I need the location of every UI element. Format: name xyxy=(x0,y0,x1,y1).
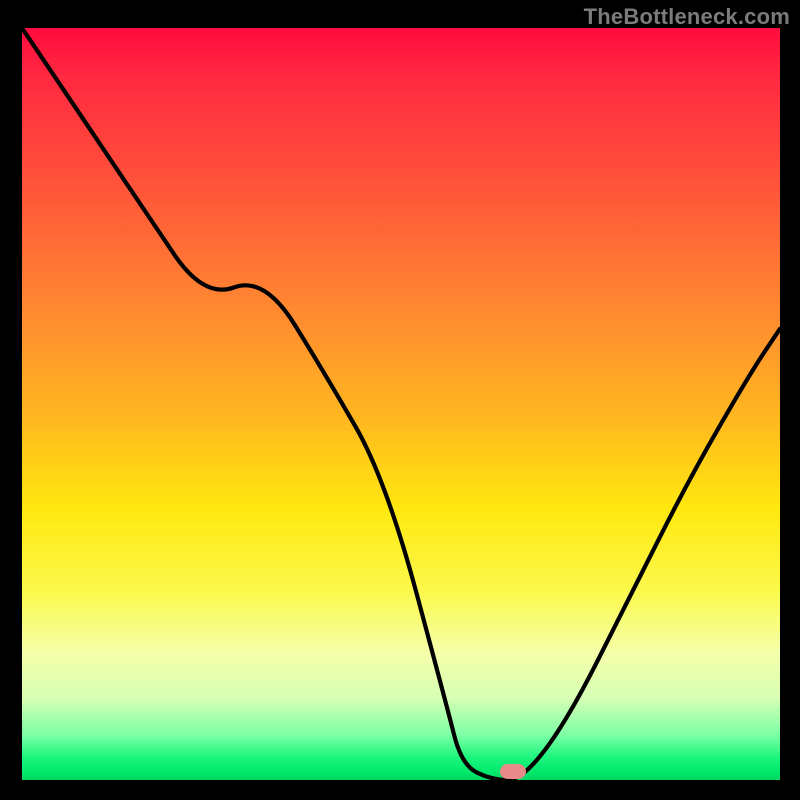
chart-frame: TheBottleneck.com xyxy=(0,0,800,800)
attribution-text: TheBottleneck.com xyxy=(584,4,790,30)
bottleneck-curve xyxy=(22,28,780,780)
plot-area xyxy=(22,28,780,780)
optimum-marker xyxy=(500,764,526,779)
